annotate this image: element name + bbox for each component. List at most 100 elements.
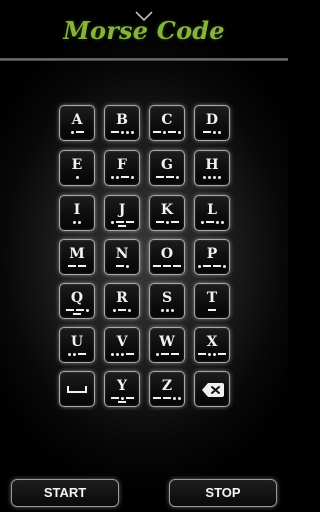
morse-dot <box>163 130 166 134</box>
morse-code-pattern <box>60 264 94 268</box>
morse-code-pattern <box>60 308 94 315</box>
key-letter: K <box>160 202 174 218</box>
morse-dash <box>173 265 181 267</box>
morse-dot <box>125 130 129 134</box>
key-p[interactable]: P <box>194 239 230 275</box>
morse-dash <box>218 353 226 355</box>
morse-dot <box>73 352 76 356</box>
morse-dash <box>203 131 211 133</box>
backspace-icon <box>202 383 224 397</box>
morse-code-pattern <box>105 396 139 403</box>
key-letter: Q <box>70 290 84 306</box>
key-b[interactable]: B <box>104 105 140 141</box>
morse-dash <box>75 309 84 311</box>
morse-dash <box>198 353 206 355</box>
key-letter: C <box>161 112 173 128</box>
key-letter: Y <box>117 378 127 394</box>
morse-dash <box>115 221 124 223</box>
key-y[interactable]: Y <box>104 371 140 407</box>
morse-dash <box>118 401 126 403</box>
morse-dot <box>215 220 219 224</box>
morse-dot <box>175 175 179 179</box>
key-letter: N <box>115 246 129 262</box>
morse-dot <box>173 396 176 400</box>
key-t[interactable]: T <box>194 283 230 319</box>
morse-dot <box>120 352 124 356</box>
key-j[interactable]: J <box>104 195 140 231</box>
key-u[interactable]: U <box>59 327 95 363</box>
morse-dot <box>208 175 211 179</box>
morse-dot <box>110 175 114 179</box>
backspace-key[interactable] <box>194 371 230 407</box>
key-z[interactable]: Z <box>149 371 185 407</box>
morse-dash <box>153 397 161 399</box>
space-bar-icon <box>67 386 87 393</box>
morse-dot <box>200 220 204 224</box>
morse-code-pattern <box>150 130 184 134</box>
morse-code-pattern <box>105 264 139 268</box>
start-button[interactable]: START <box>11 479 119 507</box>
morse-code-pattern <box>195 130 229 134</box>
space-key[interactable] <box>59 371 95 407</box>
morse-dash <box>165 176 174 178</box>
morse-code-pattern <box>105 175 139 179</box>
key-letter: H <box>205 157 219 173</box>
morse-dash <box>68 265 76 267</box>
key-a[interactable]: A <box>59 105 95 141</box>
key-s[interactable]: S <box>149 283 185 319</box>
key-letter: V <box>116 334 128 350</box>
morse-dash <box>163 265 171 267</box>
morse-dash <box>213 265 221 267</box>
morse-dot <box>125 264 129 268</box>
morse-dash <box>153 131 161 133</box>
morse-dot <box>213 352 216 356</box>
morse-dot <box>198 264 201 268</box>
morse-code-pattern <box>150 264 184 268</box>
morse-dash <box>155 221 164 223</box>
key-h[interactable]: H <box>194 150 230 186</box>
key-o[interactable]: O <box>149 239 185 275</box>
morse-code-pattern <box>150 352 184 356</box>
morse-code-pattern <box>150 175 184 179</box>
morse-dot <box>160 308 164 312</box>
key-n[interactable]: N <box>104 239 140 275</box>
morse-dot <box>115 352 119 356</box>
key-c[interactable]: C <box>149 105 185 141</box>
key-i[interactable]: I <box>59 195 95 231</box>
morse-code-pattern <box>105 220 139 227</box>
morse-dash <box>118 309 126 311</box>
morse-dot <box>155 352 159 356</box>
morse-dash <box>78 353 86 355</box>
morse-code-pattern <box>105 130 139 134</box>
key-letter: R <box>116 290 128 306</box>
key-q[interactable]: Q <box>59 283 95 319</box>
morse-dash <box>120 176 129 178</box>
key-letter: U <box>70 334 84 350</box>
key-r[interactable]: R <box>104 283 140 319</box>
morse-dot <box>203 175 206 179</box>
key-d[interactable]: D <box>194 105 230 141</box>
key-k[interactable]: K <box>149 195 185 231</box>
app-screen: Morse Code A B C D E F G H I J K L M N O P Q R S T U V W X Y Z ST… <box>0 0 288 512</box>
key-l[interactable]: L <box>194 195 230 231</box>
stop-button[interactable]: STOP <box>169 479 277 507</box>
morse-code-pattern <box>60 352 94 356</box>
morse-dot <box>165 220 169 224</box>
key-letter: J <box>118 202 126 218</box>
morse-dot <box>115 175 119 179</box>
key-m[interactable]: M <box>59 239 95 275</box>
morse-code-pattern <box>105 352 139 356</box>
key-w[interactable]: W <box>149 327 185 363</box>
morse-dot <box>113 308 116 312</box>
key-v[interactable]: V <box>104 327 140 363</box>
morse-code-pattern <box>195 352 229 356</box>
key-g[interactable]: G <box>149 150 185 186</box>
morse-dash <box>125 353 134 355</box>
key-f[interactable]: F <box>104 150 140 186</box>
key-e[interactable]: E <box>59 150 95 186</box>
key-x[interactable]: X <box>194 327 230 363</box>
key-letter: L <box>207 202 217 218</box>
morse-dot <box>75 175 79 179</box>
morse-code-pattern <box>60 175 94 179</box>
morse-code-pattern <box>60 130 94 134</box>
